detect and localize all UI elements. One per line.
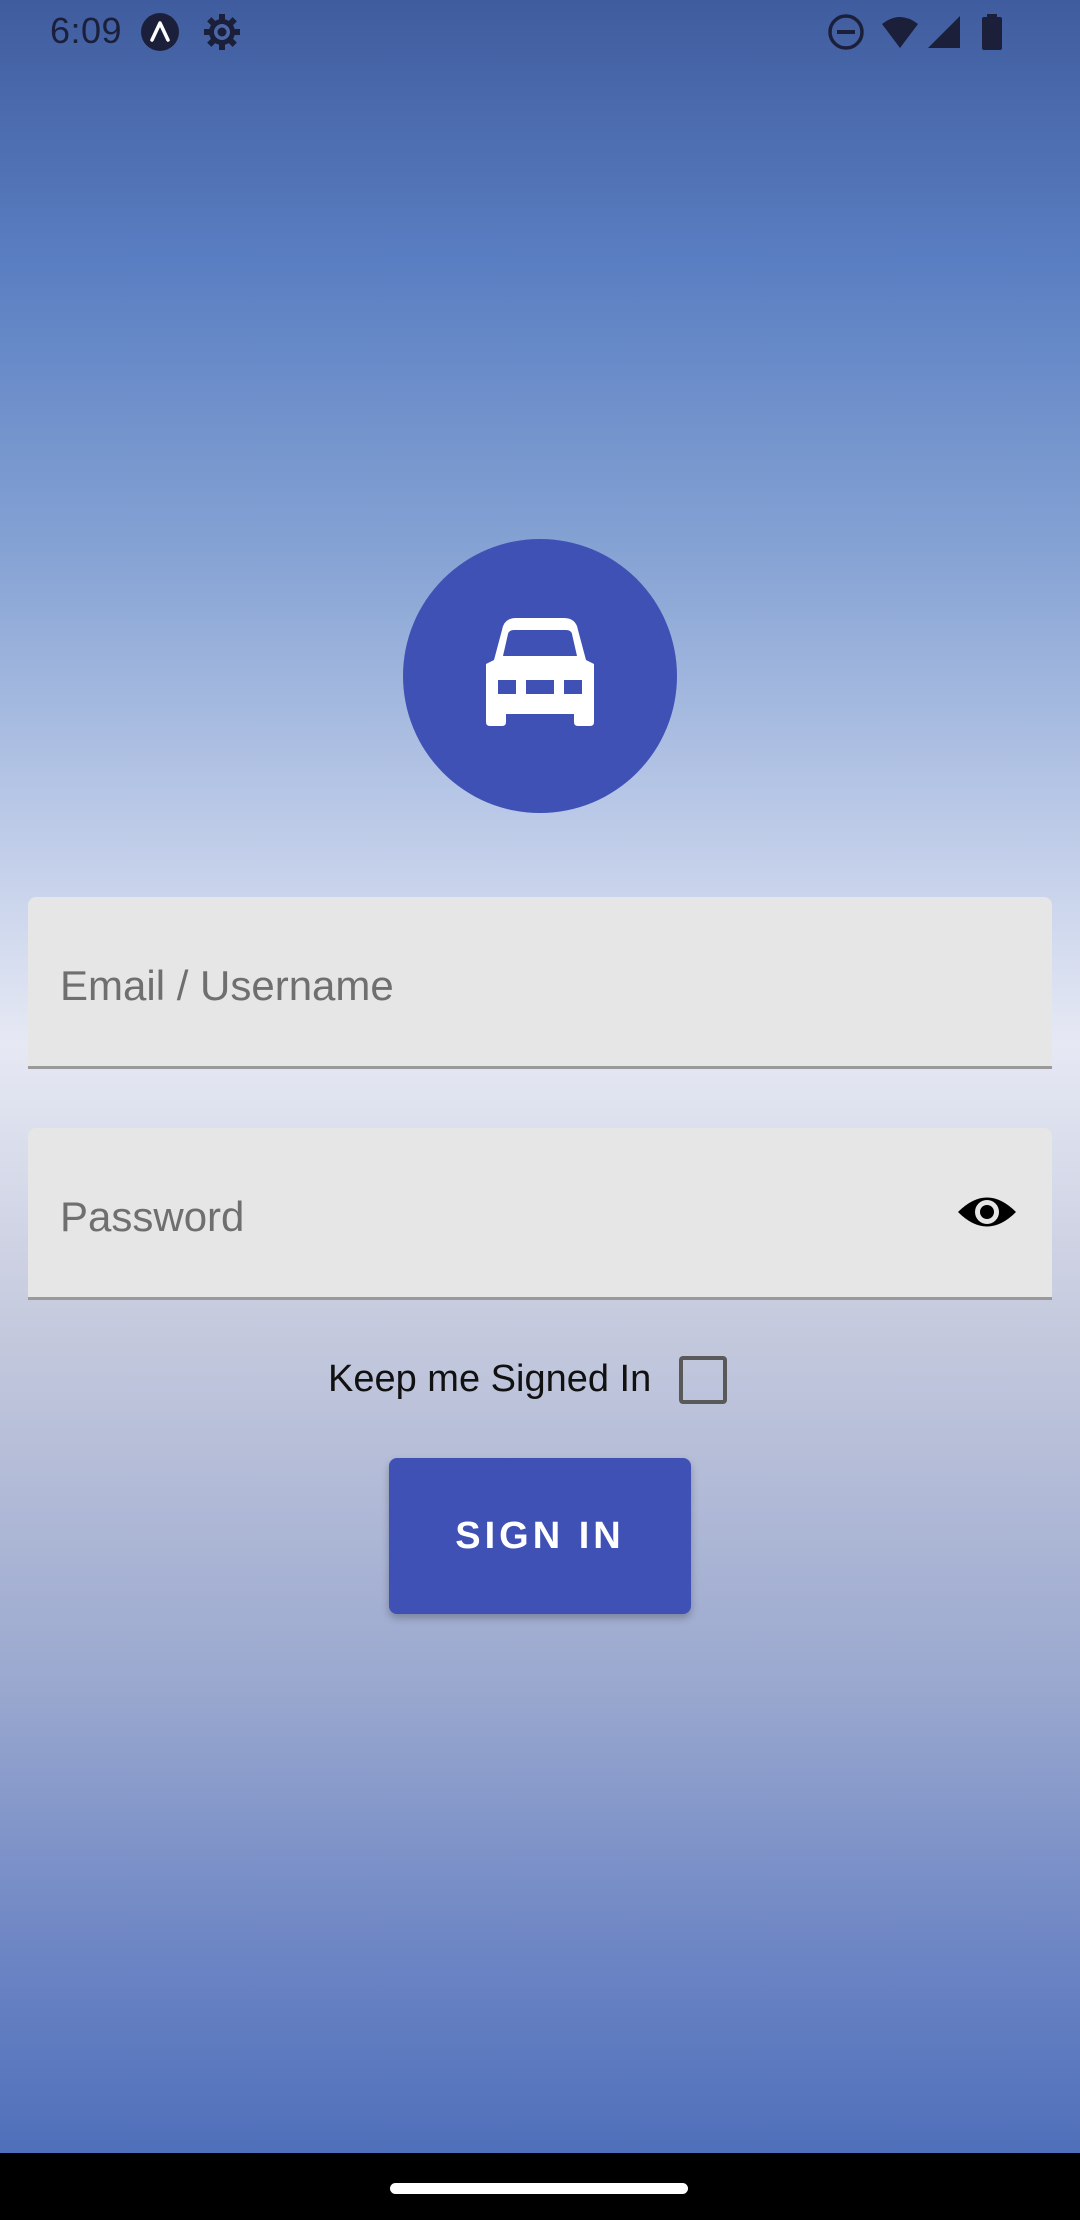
app-logo — [403, 539, 677, 813]
sign-in-button[interactable]: SIGN IN — [389, 1458, 691, 1614]
password-input[interactable] — [60, 1128, 940, 1297]
home-gesture-handle[interactable] — [390, 2183, 688, 2194]
keep-signed-in-checkbox[interactable] — [679, 1356, 727, 1404]
cellular-signal-icon — [924, 12, 964, 52]
do-not-disturb-icon — [826, 12, 866, 52]
email-input[interactable] — [60, 897, 940, 1066]
eye-icon[interactable] — [956, 1181, 1018, 1243]
status-time: 6:09 — [50, 10, 123, 51]
wifi-icon — [880, 12, 920, 52]
password-field[interactable] — [28, 1128, 1052, 1300]
android-assistant-icon — [140, 12, 180, 52]
keep-signed-in-row: Keep me Signed In — [0, 1350, 1080, 1412]
email-field[interactable] — [28, 897, 1052, 1069]
keep-signed-in-label: Keep me Signed In — [328, 1358, 652, 1400]
battery-icon — [972, 12, 1012, 52]
navigation-bar — [0, 2153, 1080, 2220]
settings-gear-icon — [202, 12, 242, 52]
status-bar: 6:09 — [0, 0, 1080, 66]
car-icon — [486, 618, 594, 726]
